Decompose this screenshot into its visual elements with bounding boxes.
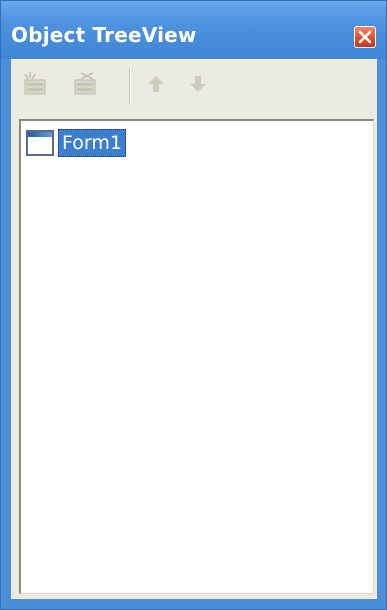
- tree-node-form1[interactable]: Form1: [26, 128, 126, 158]
- remove-object-icon: [74, 72, 96, 95]
- move-down-button[interactable]: [183, 70, 213, 98]
- form-window-icon: [26, 130, 54, 156]
- toolbar: [11, 59, 377, 112]
- tree-node-label[interactable]: Form1: [58, 129, 126, 157]
- title-bar[interactable]: Object TreeView: [1, 1, 386, 59]
- remove-object-button[interactable]: [71, 70, 101, 98]
- move-up-button[interactable]: [141, 70, 171, 98]
- add-object-icon: [24, 72, 46, 95]
- close-icon: [358, 30, 372, 44]
- object-tree[interactable]: Form1: [19, 119, 374, 594]
- move-down-arrow-icon: [190, 76, 206, 92]
- object-treeview-window: Object TreeView Form1: [0, 0, 387, 610]
- move-up-arrow-icon: [148, 76, 164, 92]
- add-object-button[interactable]: [21, 70, 51, 98]
- tree-panel: Form1: [11, 111, 377, 599]
- window-title: Object TreeView: [11, 23, 197, 47]
- toolbar-separator: [129, 68, 131, 104]
- close-button[interactable]: [354, 26, 376, 48]
